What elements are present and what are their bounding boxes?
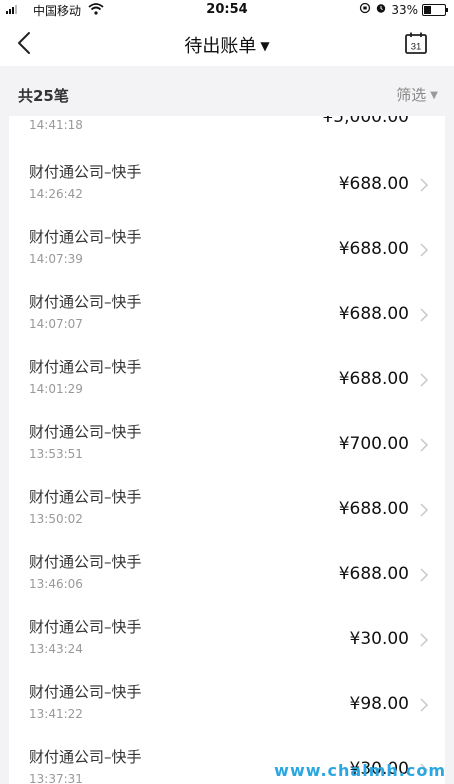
status-bar: 中国移动 20:54 33% [0,0,454,20]
bill-amount: ¥688.00 [338,174,409,194]
calendar-day-label: 31 [411,42,422,53]
bill-amount: ¥688.00 [338,499,409,519]
bill-time: 13:41:22 [29,707,83,721]
bill-amount: ¥688.00 [338,239,409,259]
battery-icon [422,3,448,16]
chevron-right-icon [420,633,429,647]
bill-count: 共25笔 [18,87,69,105]
bill-payee: 财付通公司–快手 [29,488,142,506]
bill-time: 13:46:06 [29,577,83,591]
bill-time: 14:41:18 [29,118,83,132]
bill-amount: ¥30.00 [349,629,409,649]
chevron-right-icon [420,698,429,712]
bill-payee: 财付通公司–快手 [29,618,142,636]
chevron-right-icon [420,373,429,387]
alarm-icon [375,2,387,17]
bill-row-partial[interactable]: ¥5,000.00 14:41:18 [9,116,445,150]
chevron-right-icon [420,568,429,582]
chevron-right-icon [420,438,429,452]
bill-amount: ¥700.00 [338,434,409,454]
bill-time: 14:07:39 [29,252,83,266]
calendar-icon: 31 [405,32,427,54]
calendar-button[interactable]: 31 [404,31,428,55]
bill-time: 14:01:29 [29,382,83,396]
orientation-lock-icon [359,2,371,17]
page-title: 待出账单 [184,36,257,57]
status-right: 33% [359,2,448,17]
chevron-right-icon [420,243,429,257]
bill-type-selector[interactable]: 待出账单 ▼ [0,32,454,58]
filter-caret-icon: ▼ [430,90,438,101]
bill-payee: 财付通公司–快手 [29,358,142,376]
bill-time: 14:07:07 [29,317,83,331]
bill-payee: 财付通公司–快手 [29,553,142,571]
bill-time: 13:53:51 [29,447,83,461]
bill-list: ¥5,000.00 14:41:18 财付通公司–快手 14:26:42 ¥688.… [9,116,445,784]
bill-row[interactable]: 财付通公司–快手 14:26:42 ¥688.00 [9,150,445,215]
bill-row[interactable]: 财付通公司–快手 13:46:06 ¥688.00 [9,540,445,605]
bill-amount: ¥5,000.00 [322,116,409,127]
bill-row[interactable]: 财付通公司–快手 14:01:29 ¥688.00 [9,345,445,410]
bill-row[interactable]: 财付通公司–快手 14:07:07 ¥688.00 [9,280,445,345]
chevron-right-icon [420,503,429,517]
filter-button[interactable]: 筛选 ▼ [396,84,438,105]
nav-bar: 待出账单 ▼ 31 [0,20,454,66]
bill-time: 13:50:02 [29,512,83,526]
summary-bar: 共25笔 筛选 ▼ [0,66,454,116]
bill-amount: ¥688.00 [338,304,409,324]
bill-payee: 财付通公司–快手 [29,423,142,441]
bill-amount: ¥98.00 [349,694,409,714]
bill-time: 13:37:31 [29,772,83,784]
bill-amount: ¥688.00 [338,369,409,389]
bill-payee: 财付通公司–快手 [29,748,142,766]
bill-payee: 财付通公司–快手 [29,228,142,246]
chevron-right-icon [420,178,429,192]
bill-row[interactable]: 财付通公司–快手 13:41:22 ¥98.00 [9,670,445,735]
bill-payee: 财付通公司–快手 [29,293,142,311]
chevron-right-icon [420,308,429,322]
filter-label: 筛选 [396,86,427,104]
bill-amount: ¥688.00 [338,564,409,584]
bill-payee: 财付通公司–快手 [29,163,142,181]
bill-payee: 财付通公司–快手 [29,683,142,701]
watermark: www.chalmh.com [274,761,446,780]
bill-time: 13:43:24 [29,642,83,656]
battery-percent: 33% [391,2,418,17]
bill-row[interactable]: 财付通公司–快手 13:53:51 ¥700.00 [9,410,445,475]
bill-time: 14:26:42 [29,187,83,201]
bill-row[interactable]: 财付通公司–快手 13:43:24 ¥30.00 [9,605,445,670]
bill-row[interactable]: 财付通公司–快手 14:07:39 ¥688.00 [9,215,445,280]
bill-row[interactable]: 财付通公司–快手 13:50:02 ¥688.00 [9,475,445,540]
caret-down-icon: ▼ [260,39,270,53]
